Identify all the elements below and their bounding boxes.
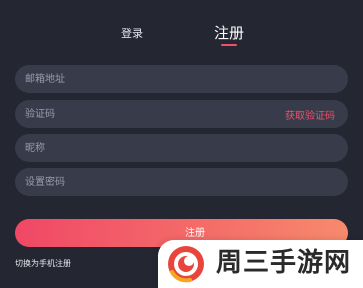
verification-code-field-container: 获取验证码 [15,100,348,128]
nickname-field-container [15,134,348,162]
email-field[interactable] [15,65,348,93]
watermark-logo-icon [168,246,204,283]
password-field[interactable] [15,168,348,196]
tab-register[interactable]: 注册 [214,22,244,43]
auth-tabs: 登录 注册 [0,0,363,50]
get-code-button[interactable]: 获取验证码 [285,107,335,122]
password-field-container [15,168,348,196]
tab-login[interactable]: 登录 [121,25,143,41]
register-button-label: 注册 [185,228,205,239]
nickname-field[interactable] [15,134,348,162]
watermark-text: 周三手游网 [216,248,352,278]
active-tab-indicator [221,44,237,46]
switch-to-phone-register-link[interactable]: 切换为手机注册 [15,258,71,269]
watermark-banner: 周三手游网 [158,240,363,288]
email-field-container [15,65,348,93]
